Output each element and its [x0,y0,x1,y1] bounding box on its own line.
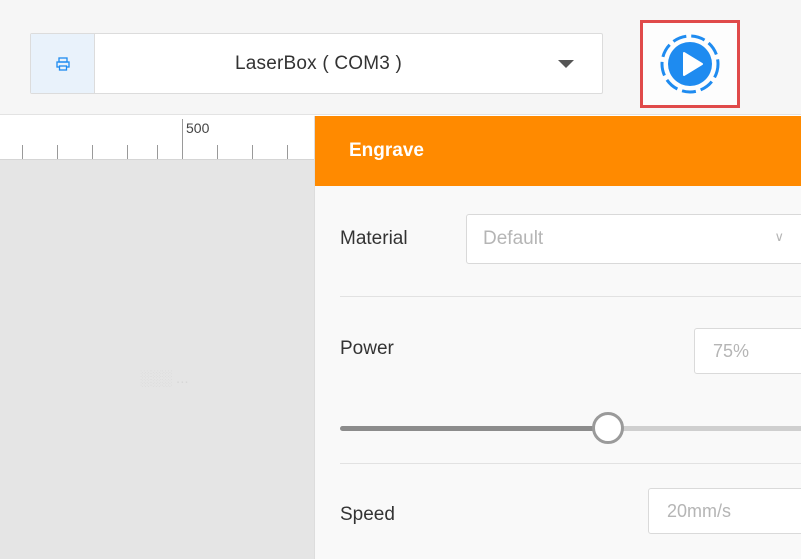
engrave-settings-panel: Engrave Material Default ∨ Power 75% Spe… [314,116,801,559]
panel-title: Engrave [315,116,801,186]
speed-label: Speed [340,504,395,525]
power-input[interactable]: 75% [694,328,801,374]
work-canvas[interactable]: ░░░ ... [0,160,314,559]
speed-input[interactable]: 20mm/s [648,488,801,534]
start-button[interactable] [640,20,740,108]
power-label: Power [340,338,394,359]
ruler-label: 500 [186,120,210,136]
caret-down-icon[interactable] [558,60,574,68]
power-slider-handle[interactable] [592,412,624,444]
material-select[interactable]: Default ∨ [466,214,801,264]
device-name-label: LaserBox ( COM3 ) [234,52,403,74]
power-slider-fill [340,426,608,431]
device-selector[interactable]: LaserBox ( COM3 ) [30,33,603,94]
material-value: Default [483,228,544,249]
divider [340,296,801,297]
chevron-down-icon: ∨ [774,229,784,244]
power-slider-track[interactable] [608,426,801,431]
material-label: Material [340,228,408,249]
play-circle-icon [660,34,720,94]
horizontal-ruler: 500 [0,116,314,160]
top-toolbar: LaserBox ( COM3 ) [0,0,801,115]
divider [340,463,801,464]
printer-icon [31,34,95,93]
